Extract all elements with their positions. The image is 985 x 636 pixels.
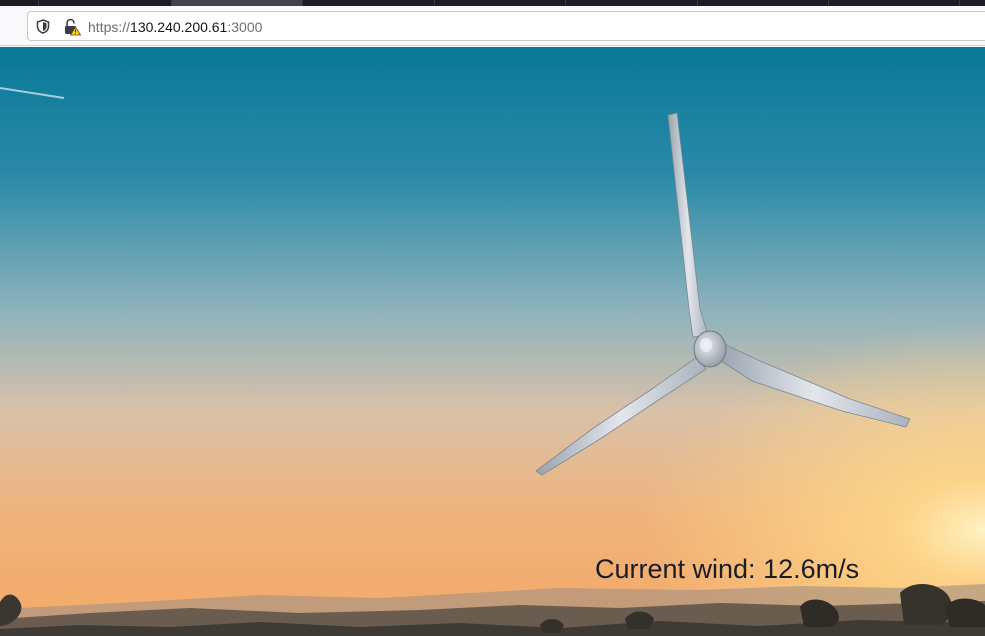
- wind-turbine-background-image: [0, 47, 985, 636]
- url-port: :3000: [227, 19, 263, 35]
- url-text[interactable]: https://130.240.200.61:3000: [88, 19, 262, 35]
- url-host: 130.240.200.61: [130, 19, 228, 35]
- address-bar[interactable]: https://130.240.200.61:3000: [27, 11, 985, 41]
- url-scheme: https://: [88, 19, 131, 35]
- sun-glow: [0, 47, 985, 636]
- insecure-lock-warning-icon[interactable]: [63, 18, 81, 36]
- page-viewport: Current wind: 12.6m/s: [0, 47, 985, 636]
- current-wind-label: Current wind: 12.6m/s: [595, 554, 860, 584]
- shield-icon[interactable]: [36, 19, 50, 34]
- navigation-toolbar: https://130.240.200.61:3000: [0, 6, 985, 46]
